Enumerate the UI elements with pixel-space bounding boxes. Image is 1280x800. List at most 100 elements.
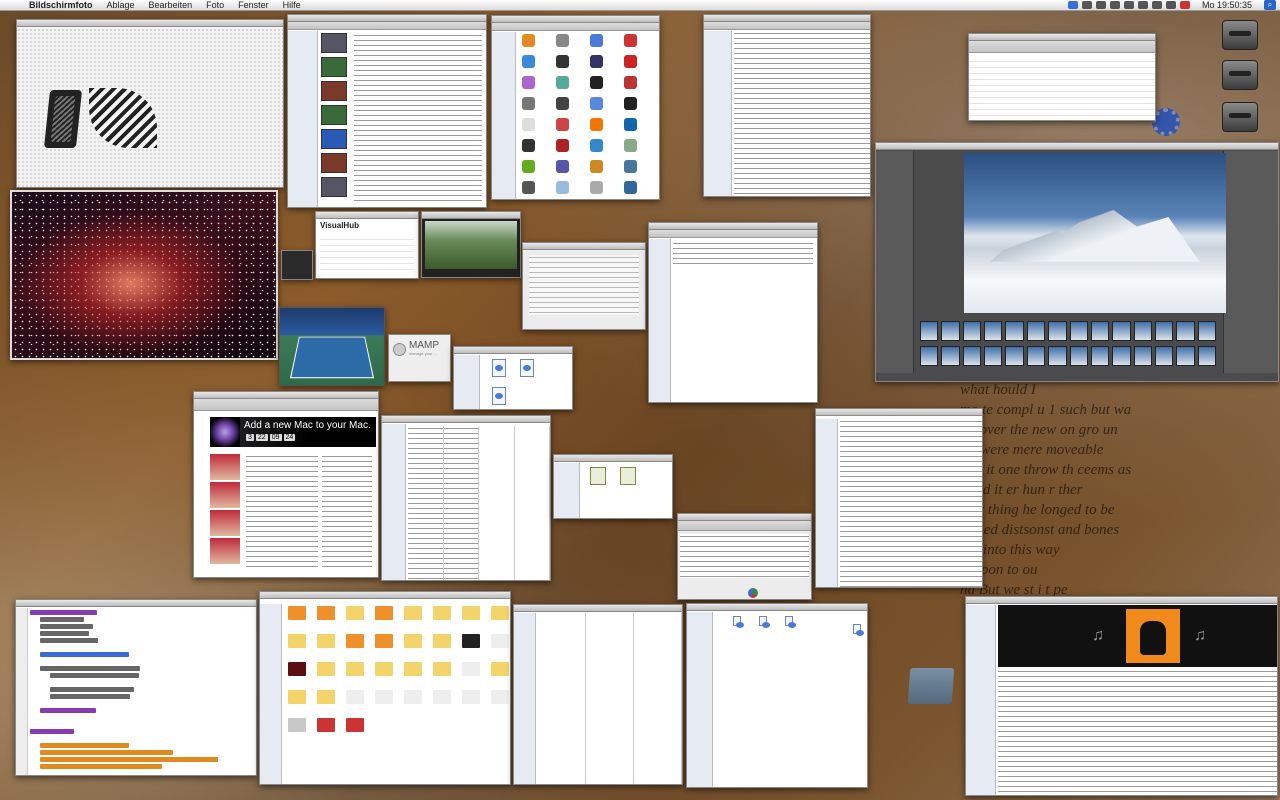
window-titlebar[interactable] (514, 605, 682, 612)
file-icon[interactable] (346, 718, 364, 732)
folder-icon[interactable] (317, 634, 335, 648)
window-toolbar[interactable] (649, 230, 817, 238)
menu-extra-icon[interactable] (1109, 1, 1120, 9)
folder-icon[interactable] (375, 662, 393, 676)
menu-ablage[interactable]: Ablage (100, 0, 142, 11)
folder-icon[interactable] (491, 662, 509, 676)
app-icon[interactable] (590, 76, 603, 89)
window-visualhub[interactable]: VisualHub (315, 211, 419, 279)
window-toolbar[interactable] (288, 22, 486, 30)
column[interactable] (408, 426, 444, 580)
filmstrip-thumb[interactable] (962, 346, 982, 366)
folder-icon[interactable] (317, 690, 335, 704)
file-icon[interactable] (491, 690, 509, 704)
window-finder-list[interactable] (703, 14, 871, 197)
hard-drive-icon[interactable] (1222, 102, 1258, 132)
file-icon[interactable] (346, 690, 364, 704)
app-icon[interactable] (556, 76, 569, 89)
file-icon[interactable] (785, 616, 796, 628)
file-icon[interactable] (317, 718, 335, 732)
window-finder-columns[interactable] (513, 604, 683, 785)
filmstrip-thumb[interactable] (1176, 346, 1195, 366)
album-cover[interactable] (210, 510, 240, 536)
filmstrip-thumb[interactable] (1133, 346, 1152, 366)
file-icon[interactable] (733, 616, 744, 628)
filmstrip-thumb[interactable] (1090, 346, 1110, 366)
file-icon[interactable] (620, 467, 636, 485)
app-icon[interactable] (590, 118, 603, 131)
album-cover[interactable] (210, 454, 240, 480)
window-photo-editor[interactable] (875, 142, 1279, 382)
hard-drive-icon[interactable] (1222, 20, 1258, 50)
filmstrip-thumb[interactable] (1090, 321, 1110, 341)
window-video-player[interactable] (421, 211, 521, 278)
window-titlebar[interactable] (523, 243, 645, 250)
window-titlebar[interactable] (966, 597, 1277, 604)
menu-extra-icon[interactable] (1095, 1, 1106, 9)
folder-icon[interactable] (317, 606, 335, 620)
window-logo-image[interactable] (16, 19, 284, 188)
window-finder-icons[interactable] (553, 454, 673, 519)
app-icon[interactable] (624, 55, 637, 68)
app-icon[interactable] (590, 97, 603, 110)
app-icon[interactable] (590, 181, 603, 194)
app-icon[interactable] (556, 34, 569, 47)
app-icon[interactable] (522, 160, 535, 173)
album-cover[interactable] (210, 538, 240, 564)
document-icon[interactable] (520, 359, 534, 377)
column[interactable] (443, 426, 479, 580)
folder-icon[interactable] (433, 606, 451, 620)
window-toolbar[interactable] (969, 41, 1155, 53)
file-icon[interactable] (853, 624, 864, 636)
filmstrip-thumb[interactable] (1197, 346, 1217, 366)
filmstrip-thumb[interactable] (984, 346, 1003, 366)
document-icon[interactable] (492, 387, 506, 405)
window-toolbar[interactable] (704, 22, 870, 30)
folder-icon[interactable] (462, 606, 480, 620)
menu-clock[interactable]: Mo 19:50:35 (1194, 0, 1260, 10)
app-icon[interactable] (624, 160, 637, 173)
menu-foto[interactable]: Foto (199, 0, 231, 11)
filmstrip-thumb[interactable] (1026, 346, 1046, 366)
video-thumbnail[interactable] (321, 129, 347, 149)
app-icon[interactable] (624, 97, 637, 110)
volume-icon[interactable] (1151, 1, 1162, 9)
video-thumbnail[interactable] (321, 81, 347, 101)
filmstrip-thumb[interactable] (1069, 346, 1088, 366)
file-icon[interactable] (433, 690, 451, 704)
window-titlebar[interactable] (382, 416, 550, 423)
album-cover[interactable] (1126, 609, 1180, 663)
sidebar[interactable] (382, 424, 406, 580)
window-titlebar[interactable] (288, 15, 486, 22)
filmstrip-thumb[interactable] (984, 321, 1003, 341)
folder-icon[interactable] (491, 606, 509, 620)
app-icon[interactable] (590, 160, 603, 173)
folder-icon[interactable] (907, 668, 955, 704)
folder-icon[interactable] (433, 662, 451, 676)
folder-icon[interactable] (288, 606, 306, 620)
message-list[interactable] (969, 56, 1155, 120)
folder-icon[interactable] (288, 690, 306, 704)
sidebar[interactable] (514, 613, 536, 784)
app-icon[interactable] (522, 76, 535, 89)
app-icon[interactable] (624, 181, 637, 194)
video-thumbnail[interactable] (321, 33, 347, 53)
window-titlebar[interactable] (260, 592, 510, 599)
window-titlebar[interactable] (969, 34, 1155, 41)
app-icon[interactable] (522, 34, 535, 47)
file-icon[interactable] (491, 634, 509, 648)
window-applications[interactable] (491, 15, 660, 200)
filmstrip-thumb[interactable] (1069, 321, 1088, 341)
file-icon[interactable] (404, 690, 422, 704)
file-icon[interactable] (462, 690, 480, 704)
window-safari[interactable]: Add a new Mac to your Mac. 3 22 09 24 (193, 391, 379, 578)
app-icon[interactable] (556, 118, 569, 131)
code-area[interactable] (30, 610, 252, 771)
dialog-fields[interactable] (529, 255, 639, 315)
sidebar[interactable] (454, 355, 480, 409)
app-icon[interactable] (556, 97, 569, 110)
menu-extra-icon[interactable] (1081, 1, 1092, 9)
filmstrip-thumb[interactable] (1026, 321, 1046, 341)
window-finder-list[interactable] (648, 222, 818, 403)
visualhub-queue[interactable] (320, 234, 414, 274)
